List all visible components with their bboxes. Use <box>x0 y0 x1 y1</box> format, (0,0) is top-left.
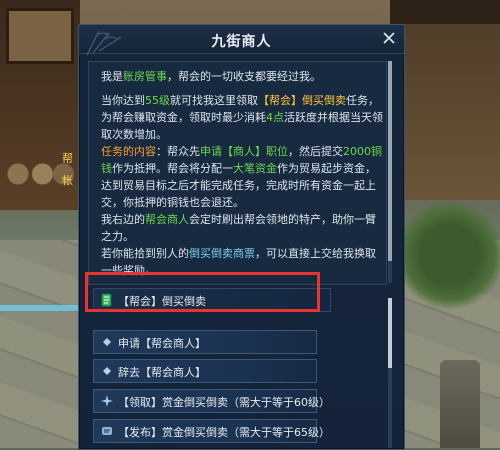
building-window <box>6 8 74 64</box>
world-highlight-strip <box>0 305 80 311</box>
right-building <box>390 0 500 200</box>
dialog-text-segment: 我右边的 <box>101 213 145 226</box>
dialog-text-segment: ，然后提交 <box>288 145 343 158</box>
options-scrollbar[interactable] <box>388 298 392 448</box>
option-label: 【领取】赏金倒买倒卖（需大于等于60级） <box>118 396 330 409</box>
scroll-icon <box>102 427 112 435</box>
dialog-title: 九街商人 <box>211 34 272 50</box>
option-label: 申请【帮会商人】 <box>118 337 206 350</box>
option-resign-guild-merchant[interactable]: 辞去【帮会商人】 <box>93 359 317 383</box>
npc-title-label[interactable]: 帐 <box>62 172 73 188</box>
npc-name-label[interactable]: 帮 <box>62 150 73 166</box>
dialog-text-segment: 当你达到 <box>101 94 145 107</box>
dialog-text-segment: ，帮会的一切收支都要经过我。 <box>167 70 321 83</box>
text-scrollbar[interactable] <box>388 61 392 283</box>
text-scrollbar-thumb[interactable] <box>388 61 392 261</box>
dialog-text-segment: 我是 <box>101 70 123 83</box>
options-scrollbar-thumb[interactable] <box>388 298 392 368</box>
close-icon[interactable] <box>380 29 398 47</box>
dialog-text-segment: 申请【商人】职位 <box>200 145 288 158</box>
option-label: 辞去【帮会商人】 <box>118 366 206 379</box>
dialog-text-segment: 大笔资金 <box>233 162 277 175</box>
diamond-bullet-icon <box>103 338 111 346</box>
option-claim-bounty-trade[interactable]: 【领取】赏金倒买倒卖（需大于等于60级） <box>93 389 330 413</box>
dialog-paragraph-quest-info: 当你达到55级就可找我这里领取【帮会】倒买倒卖任务，为帮会赚取资金，领取时最少消… <box>101 92 383 143</box>
dialog-titlebar: 九街商人 <box>79 25 404 56</box>
dialog-text-segment: 4点 <box>266 111 284 124</box>
tree-foliage <box>400 200 500 310</box>
dialog-paragraph-intro: 我是账房管事，帮会的一切收支都要经过我。 <box>101 68 383 85</box>
dialog-text-segment: 倒买倒卖商票 <box>189 247 255 260</box>
dialog-text-segment: ：帮众先 <box>156 145 200 158</box>
dialog-text-segment: 账房管事 <box>123 70 167 83</box>
dialog-text-segment: 55级 <box>145 94 170 107</box>
building-roof <box>390 0 500 24</box>
diamond-bullet-icon <box>103 367 111 375</box>
option-publish-bounty-trade[interactable]: 【发布】赏金倒买倒卖（需大于等于65级） <box>93 419 330 443</box>
dialog-text-segment: 【帮会】倒买倒卖 <box>258 94 346 107</box>
dialog-text-segment: 任务的内容 <box>101 145 156 158</box>
option-apply-guild-merchant[interactable]: 申请【帮会商人】 <box>93 330 317 354</box>
stone-lantern <box>440 360 480 448</box>
option-label: 【发布】赏金倒买倒卖（需大于等于65级） <box>118 426 330 439</box>
npc-dialog-panel: 九街商人 我是账房管事，帮会的一切收支都要经过我。 当你达到55级就可找我这里领… <box>78 24 405 450</box>
sparkle-icon <box>101 395 113 407</box>
dialog-text-area: 我是账房管事，帮会的一切收支都要经过我。 当你达到55级就可找我这里领取【帮会】… <box>88 61 387 285</box>
dialog-text-segment: 若你能拾到别人的 <box>101 247 189 260</box>
dialog-paragraph-merchant: 我右边的帮会商人会定时刷出帮会领地的特产，助你一臂之力。 <box>101 211 383 245</box>
dialog-paragraph-quest-content: 任务的内容：帮众先申请【商人】职位，然后提交2000铜钱作为抵押。帮会将分配一大… <box>101 143 383 211</box>
red-highlight-annotation <box>85 272 320 312</box>
dialog-text-segment: 帮会商人 <box>145 213 189 226</box>
dialog-text-segment: 就可找我这里领取 <box>170 94 258 107</box>
dialog-text-segment: 作为抵押。帮会将分配一 <box>112 162 233 175</box>
